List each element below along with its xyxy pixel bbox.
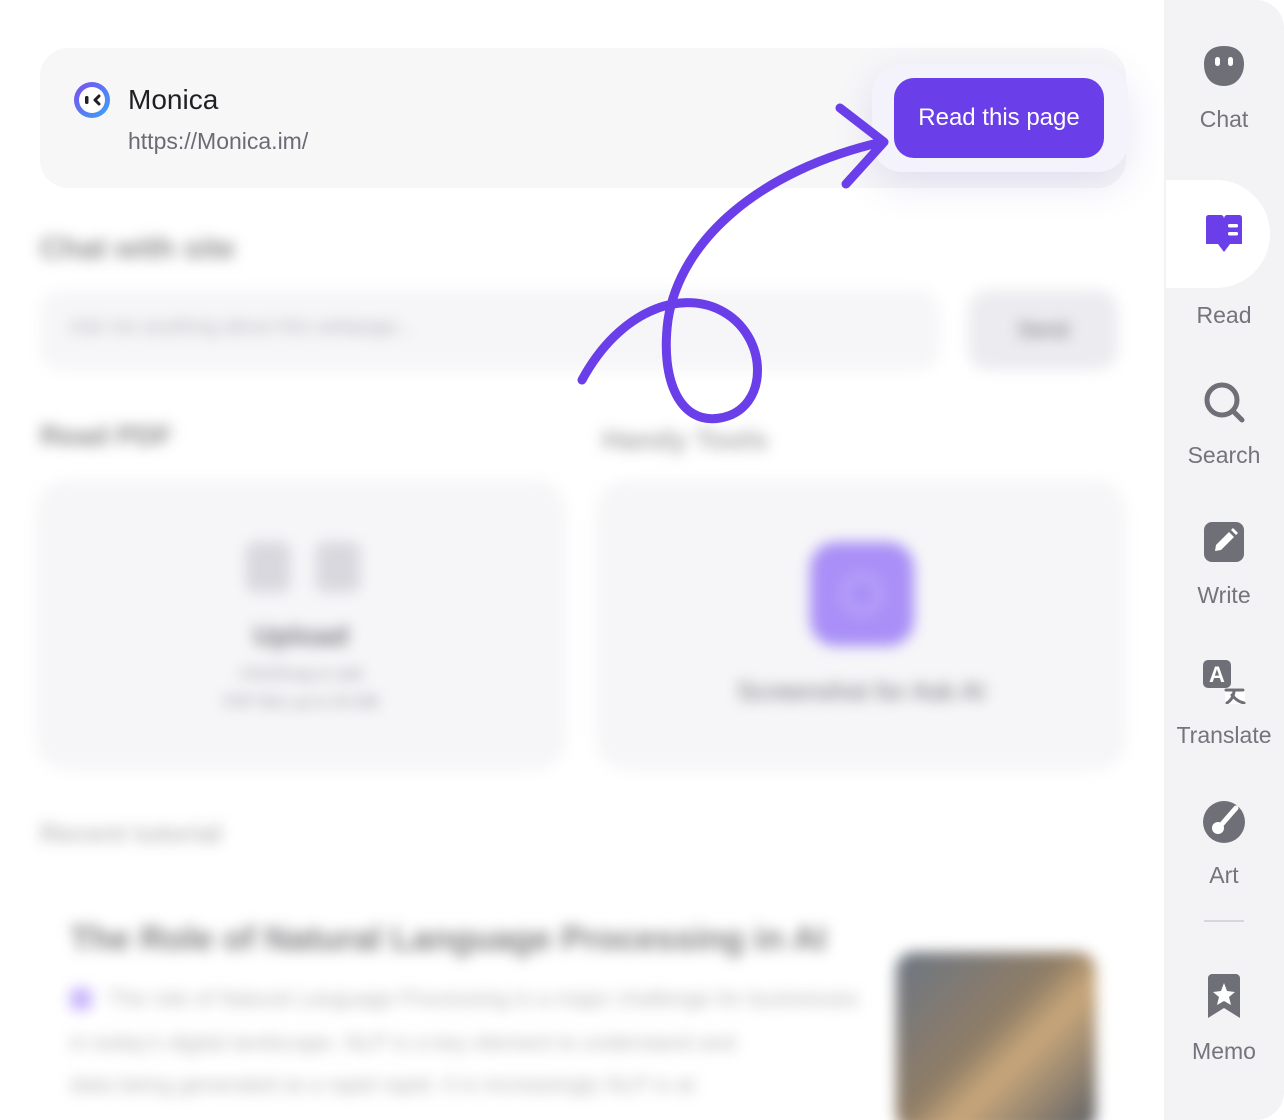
memo-bookmark-icon — [1208, 974, 1240, 1018]
art-palette-icon — [1203, 801, 1245, 843]
chat-section-title: Chat with site — [40, 232, 236, 265]
chat-input[interactable]: Ask me anything about this webpage... — [40, 290, 940, 370]
sidebar-divider — [1204, 920, 1244, 922]
handy-tools-title: Handy Tools — [602, 424, 768, 455]
screenshot-tool-panel[interactable]: Screenshot for Ask AI — [596, 480, 1126, 770]
site-name: Monica — [128, 84, 219, 115]
search-icon — [1204, 382, 1245, 423]
upload-hint-2: PDF files up to 50 MB — [223, 694, 379, 711]
chat-input-placeholder: Ask me anything about this webpage... — [70, 316, 414, 338]
sidebar-item-memo[interactable]: Memo — [1164, 974, 1284, 1104]
monica-extension-panel: Chat with site Ask me anything about thi… — [0, 0, 1284, 1120]
article-tag-icon — [70, 988, 92, 1010]
upload-label: Upload — [253, 620, 349, 651]
sidebar-label-memo: Memo — [1192, 1038, 1256, 1064]
article-line-1: The role of Natural Language Processing … — [108, 986, 859, 1011]
pdf-file-icon — [316, 542, 360, 592]
sidebar-item-read[interactable]: Read — [1164, 212, 1284, 342]
monica-logo-icon — [74, 82, 110, 118]
sidebar-label-art: Art — [1209, 862, 1239, 888]
pdf-upload-panel[interactable]: Upload Click/Drag to add PDF files up to… — [36, 480, 566, 770]
write-pencil-icon — [1204, 522, 1244, 562]
svg-text:A: A — [1209, 662, 1225, 687]
sidebar-label-chat: Chat — [1199, 106, 1249, 132]
site-url: https://Monica.im/ — [128, 128, 309, 154]
sidebar-item-search[interactable]: Search — [1164, 380, 1284, 510]
article-title[interactable]: The Role of Natural Language Processing … — [70, 920, 826, 959]
sidebar-item-chat[interactable]: Chat — [1164, 44, 1284, 174]
article-thumbnail[interactable] — [896, 952, 1096, 1120]
image-file-icon — [246, 542, 290, 592]
screenshot-tool-label: Screenshot for Ask AI — [736, 676, 986, 706]
read-this-page-button[interactable]: Read this page — [894, 78, 1104, 158]
sidebar-item-art[interactable]: Art — [1164, 800, 1284, 930]
sidebar-label-search: Search — [1187, 442, 1261, 468]
article-line-2: in today's digital landscape. NLP is a k… — [70, 1030, 736, 1055]
article-line-3: data being generated at a rapid rapid. I… — [70, 1072, 695, 1097]
upload-hint-1: Click/Drag to add — [239, 666, 363, 683]
sidebar-label-write: Write — [1197, 582, 1251, 608]
sidebar-label-read: Read — [1196, 302, 1252, 328]
sidebar-label-translate: Translate — [1176, 722, 1272, 748]
sidebar-item-translate[interactable]: A Translate — [1164, 660, 1284, 790]
chat-bot-icon — [1204, 46, 1244, 86]
read-pdf-title: Read PDF — [40, 420, 173, 451]
send-button[interactable]: Send — [968, 290, 1118, 370]
screenshot-icon — [810, 542, 914, 646]
sidebar-item-write[interactable]: Write — [1164, 520, 1284, 650]
translate-icon: A — [1203, 660, 1246, 704]
read-book-icon — [1206, 215, 1242, 252]
recent-title: Recent tutorial — [40, 818, 223, 848]
